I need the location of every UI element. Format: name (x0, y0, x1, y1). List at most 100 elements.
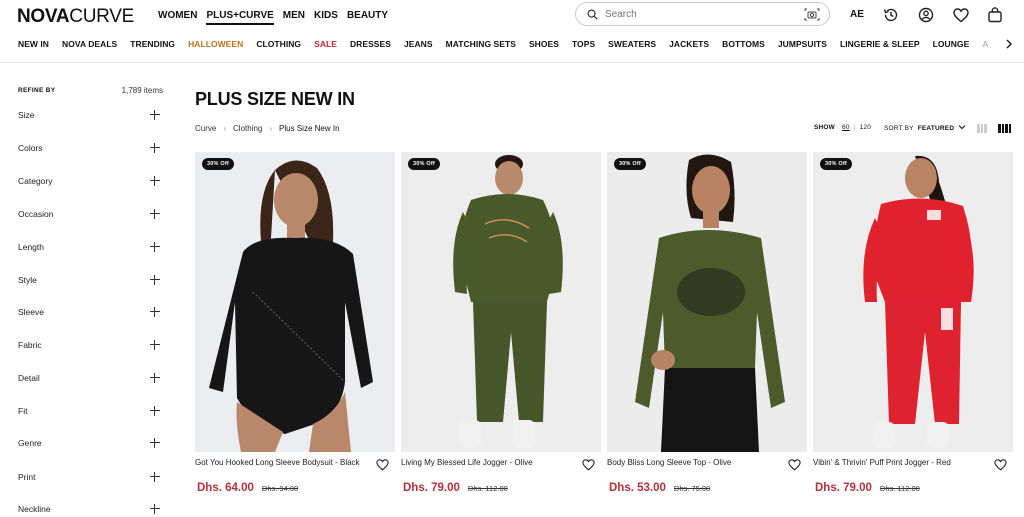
sale-price: Dhs. 79.00 (815, 482, 872, 494)
sort-label: SORT BY (884, 124, 914, 132)
header-divider (0, 62, 1024, 63)
cat-lingerie-sleep[interactable]: LINGERIE & SLEEP (840, 39, 920, 53)
filter-label: Genre (18, 438, 42, 448)
filter-fabric[interactable]: Fabric (18, 338, 163, 352)
show-label: SHOW (814, 124, 836, 131)
product-image[interactable]: 30% Off (607, 152, 807, 452)
nav-kids[interactable]: KIDS (314, 10, 338, 21)
filter-label: Occasion (18, 209, 54, 219)
product-card[interactable]: 30% Off Living My Blessed Life Jogger - … (401, 152, 601, 494)
nav-women[interactable]: WOMEN (158, 10, 197, 21)
grid-view-4-icon[interactable] (998, 124, 1011, 133)
heart-icon[interactable] (376, 458, 389, 471)
filter-size[interactable]: Size (18, 108, 163, 122)
price-block: Dhs. 53.00 Dhs. 75.00 (609, 482, 710, 494)
region-selector[interactable]: AE (850, 9, 864, 20)
plus-icon[interactable] (149, 405, 161, 417)
product-name[interactable]: Living My Blessed Life Jogger - Olive (401, 458, 571, 468)
cat-tops[interactable]: TOPS (572, 39, 595, 53)
chevron-right-icon: › (223, 124, 227, 133)
filter-neckline[interactable]: Neckline (18, 502, 163, 516)
cat-halloween[interactable]: HALLOWEEN (188, 39, 243, 53)
cat-trending[interactable]: TRENDING (130, 39, 175, 53)
plus-icon[interactable] (149, 142, 161, 154)
bag-icon[interactable] (986, 6, 1004, 24)
search-icon (585, 7, 599, 21)
search-input[interactable]: Search (605, 9, 803, 20)
product-name[interactable]: Vibin' & Thrivin' Puff Print Jogger - Re… (813, 458, 983, 468)
filter-style[interactable]: Style (18, 273, 163, 287)
plus-icon[interactable] (149, 437, 161, 449)
chevron-right-icon[interactable] (1002, 37, 1016, 51)
plus-icon[interactable] (149, 208, 161, 220)
cat-dresses[interactable]: DRESSES (350, 39, 391, 53)
filter-detail[interactable]: Detail (18, 371, 163, 385)
plus-icon[interactable] (149, 241, 161, 253)
sort-dropdown[interactable]: SORT BY FEATURED (884, 124, 966, 132)
cat-partial[interactable]: A (982, 39, 988, 53)
cat-jackets[interactable]: JACKETS (669, 39, 709, 53)
filter-print[interactable]: Print (18, 470, 163, 484)
product-image[interactable]: 30% Off (401, 152, 601, 452)
filter-genre[interactable]: Genre (18, 436, 163, 450)
show-120-option[interactable]: 120 (860, 124, 871, 131)
filter-length[interactable]: Length (18, 240, 163, 254)
show-60-option[interactable]: 60 (842, 124, 850, 131)
plus-icon[interactable] (149, 306, 161, 318)
product-card[interactable]: 30% Off Got You Hooked Long Sleeve Bodys… (195, 152, 395, 494)
primary-nav: WOMEN PLUS+CURVE MEN KIDS BEAUTY (158, 10, 388, 25)
heart-icon[interactable] (994, 458, 1007, 471)
brand-logo[interactable]: NOVACURVE (17, 7, 134, 27)
product-name[interactable]: Body Bliss Long Sleeve Top - Olive (607, 458, 777, 468)
plus-icon[interactable] (149, 274, 161, 286)
cat-matching-sets[interactable]: MATCHING SETS (446, 39, 516, 53)
cat-jumpsuits[interactable]: JUMPSUITS (778, 39, 827, 53)
breadcrumb-curve[interactable]: Curve (195, 124, 216, 133)
filter-label: Style (18, 275, 37, 285)
cat-shoes[interactable]: SHOES (529, 39, 559, 53)
wishlist-heart-icon[interactable] (952, 6, 970, 24)
plus-icon[interactable] (149, 339, 161, 351)
cat-clothing[interactable]: CLOTHING (256, 39, 301, 53)
sale-price: Dhs. 64.00 (197, 482, 254, 494)
filter-label: Length (18, 242, 44, 252)
plus-icon[interactable] (149, 471, 161, 483)
cat-sale[interactable]: SALE (314, 39, 337, 53)
grid-view-2-icon[interactable] (977, 124, 987, 133)
heart-icon[interactable] (788, 458, 801, 471)
filter-occasion[interactable]: Occasion (18, 207, 163, 221)
plus-icon[interactable] (149, 503, 161, 515)
cat-new-in[interactable]: NEW IN (18, 39, 49, 53)
cat-jeans[interactable]: JEANS (404, 39, 433, 53)
plus-icon[interactable] (149, 372, 161, 384)
plus-icon[interactable] (149, 109, 161, 121)
history-icon[interactable] (882, 6, 900, 24)
cat-bottoms[interactable]: BOTTOMS (722, 39, 765, 53)
filter-fit[interactable]: Fit (18, 404, 163, 418)
plus-icon[interactable] (149, 175, 161, 187)
sale-price: Dhs. 53.00 (609, 482, 666, 494)
product-card[interactable]: 30% Off Vibin' & Thrivin' Puff Print Jog… (813, 152, 1013, 494)
refine-header: REFINE BY 1,789 items (18, 84, 163, 96)
nav-beauty[interactable]: BEAUTY (347, 10, 388, 21)
search-bar[interactable]: Search (575, 2, 830, 26)
heart-icon[interactable] (582, 458, 595, 471)
product-image[interactable]: 30% Off (813, 152, 1013, 452)
cat-nova-deals[interactable]: NOVA DEALS (62, 39, 117, 53)
cat-lounge[interactable]: LOUNGE (933, 39, 970, 53)
product-image[interactable]: 30% Off (195, 152, 395, 452)
filter-label: Detail (18, 373, 40, 383)
account-icon[interactable] (917, 6, 935, 24)
cat-sweaters[interactable]: SWEATERS (608, 39, 656, 53)
breadcrumb-clothing[interactable]: Clothing (233, 124, 262, 133)
camera-icon[interactable] (803, 7, 821, 21)
product-name[interactable]: Got You Hooked Long Sleeve Bodysuit - Bl… (195, 458, 365, 468)
filter-sleeve[interactable]: Sleeve (18, 305, 163, 319)
filter-label: Fit (18, 406, 28, 416)
nav-men[interactable]: MEN (283, 10, 305, 21)
filter-colors[interactable]: Colors (18, 141, 163, 155)
nav-plus-curve[interactable]: PLUS+CURVE (206, 10, 275, 25)
filter-category[interactable]: Category (18, 174, 163, 188)
item-count: 1,789 items (121, 85, 163, 95)
product-card[interactable]: 30% Off Body Bliss Long Sleeve Top - Oli… (607, 152, 807, 494)
